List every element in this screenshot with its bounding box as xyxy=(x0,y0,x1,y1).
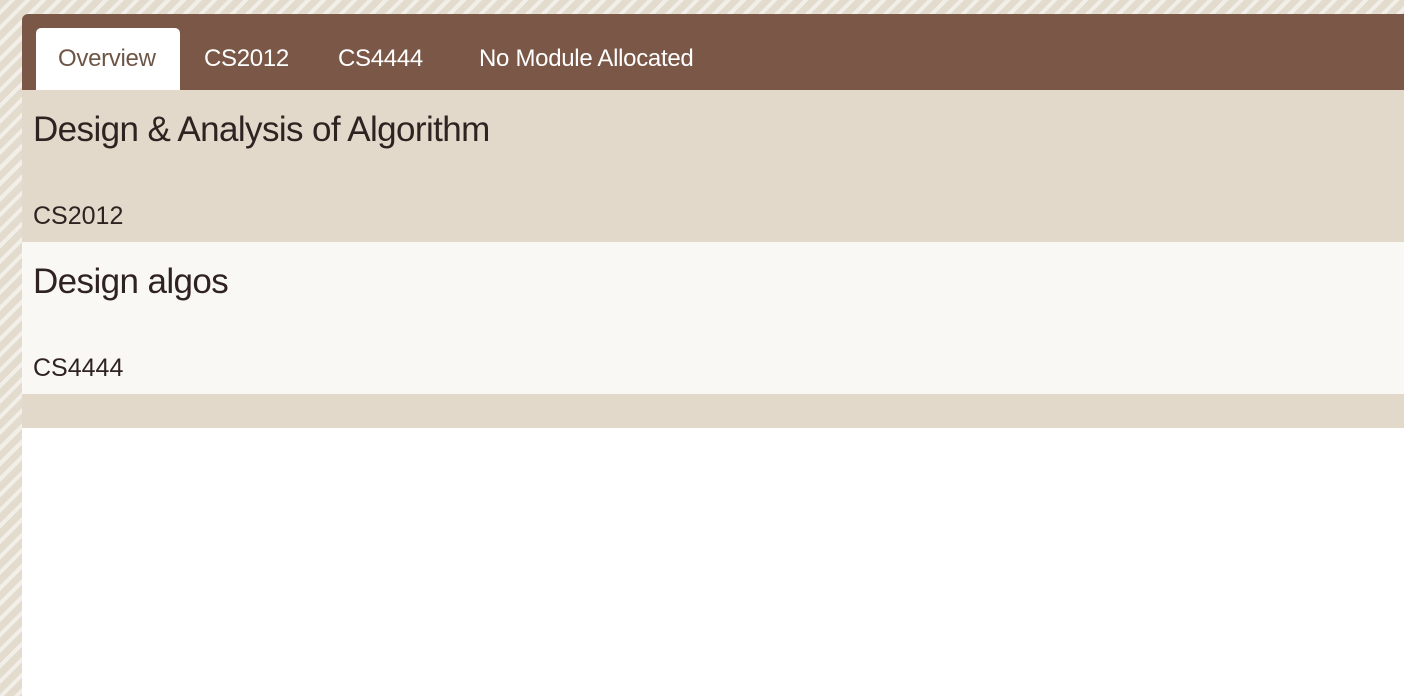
list-footer xyxy=(22,394,1404,428)
module-name: Design algos xyxy=(33,262,229,301)
tab-no-module-allocated[interactable]: No Module Allocated xyxy=(457,28,715,90)
tab-overview[interactable]: Overview xyxy=(36,28,180,90)
tab-cs4444[interactable]: CS4444 xyxy=(316,28,445,90)
main-window: Overview CS2012 CS4444 No Module Allocat… xyxy=(22,14,1404,696)
module-row-cs2012[interactable]: Design & Analysis of Algorithm CS2012 xyxy=(22,90,1404,242)
tab-bar: Overview CS2012 CS4444 No Module Allocat… xyxy=(22,14,1404,90)
module-code: CS2012 xyxy=(33,202,124,230)
module-row-cs4444[interactable]: Design algos CS4444 xyxy=(22,242,1404,394)
module-list: Design & Analysis of Algorithm CS2012 De… xyxy=(22,90,1404,428)
module-name: Design & Analysis of Algorithm xyxy=(33,110,490,149)
module-code: CS4444 xyxy=(33,354,124,382)
tab-cs2012[interactable]: CS2012 xyxy=(182,28,311,90)
